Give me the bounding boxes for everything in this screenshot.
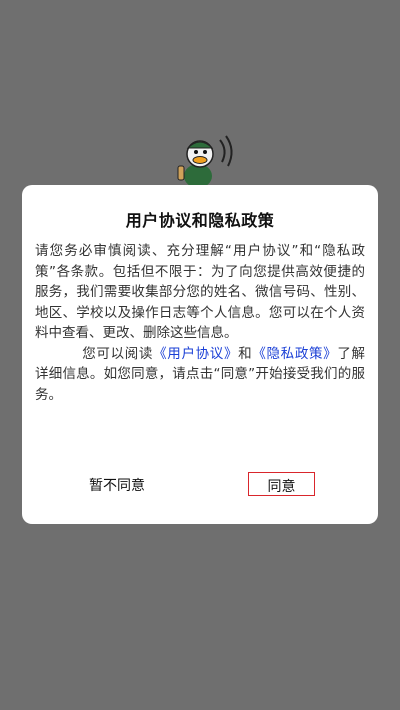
links-and-text: 和 — [238, 345, 253, 362]
consent-paragraph: 请您务必审慎阅读、充分理解“用户协议”和“隐私政策”各条款。包括但不限于：为了向… — [35, 243, 365, 341]
privacy-consent-dialog: 用户协议和隐私政策 请您务必审慎阅读、充分理解“用户协议”和“隐私政策”各条款。… — [22, 185, 378, 524]
decline-button[interactable]: 暂不同意 — [72, 471, 162, 497]
consent-links-paragraph: 您可以阅读《用户协议》和《隐私政策》了解详细信息。如您同意，请点击“同意”开始接… — [35, 344, 365, 406]
agree-button[interactable]: 同意 — [248, 472, 315, 496]
dialog-body: 请您务必审慎阅读、充分理解“用户协议”和“隐私政策”各条款。包括但不限于：为了向… — [35, 241, 365, 405]
dialog-title: 用户协议和隐私政策 — [125, 211, 275, 230]
privacy-policy-link[interactable]: 《隐私政策》 — [252, 346, 337, 362]
user-agreement-link[interactable]: 《用户协议》 — [153, 346, 238, 362]
links-prefix-text: 您可以阅读 — [82, 345, 154, 362]
